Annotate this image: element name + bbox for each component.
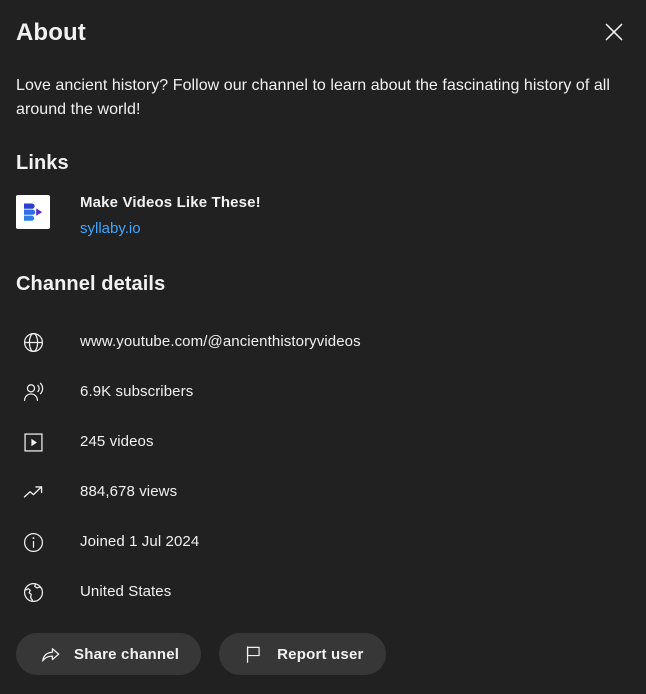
about-dialog: About Love ancient history? Follow our c… bbox=[0, 0, 646, 694]
detail-row-joined: Joined 1 Jul 2024 bbox=[16, 517, 630, 567]
close-button[interactable] bbox=[594, 12, 634, 52]
page-title: About bbox=[16, 19, 86, 46]
channel-details-list: www.youtube.com/@ancienthistoryvideos 6.… bbox=[16, 317, 630, 617]
detail-row-views: 884,678 views bbox=[16, 467, 630, 517]
report-user-label: Report user bbox=[277, 645, 364, 663]
subscribers-icon bbox=[16, 375, 50, 409]
flag-icon bbox=[241, 642, 265, 666]
links-section-heading: Links bbox=[16, 152, 69, 174]
link-url[interactable]: syllaby.io bbox=[80, 218, 141, 239]
earth-icon bbox=[16, 575, 50, 609]
dialog-header: About bbox=[16, 0, 630, 52]
detail-text: 6.9K subscribers bbox=[80, 383, 194, 400]
link-title: Make Videos Like These! bbox=[80, 194, 261, 211]
detail-text: 884,678 views bbox=[80, 483, 178, 500]
detail-row-videos: 245 videos bbox=[16, 417, 630, 467]
info-icon bbox=[16, 525, 50, 559]
link-text-block: Make Videos Like These! syllaby.io bbox=[80, 192, 261, 239]
share-channel-label: Share channel bbox=[74, 645, 180, 663]
trending-up-icon bbox=[16, 475, 50, 509]
action-buttons: Share channel Report user bbox=[16, 633, 630, 675]
globe-icon bbox=[16, 325, 50, 359]
report-user-button[interactable]: Report user bbox=[219, 633, 386, 675]
channel-description: Love ancient history? Follow our channel… bbox=[16, 77, 610, 118]
detail-row-subscribers: 6.9K subscribers bbox=[16, 367, 630, 417]
detail-row-country: United States bbox=[16, 567, 630, 617]
detail-row-url: www.youtube.com/@ancienthistoryvideos bbox=[16, 317, 630, 367]
list-item: Make Videos Like These! syllaby.io bbox=[16, 192, 630, 239]
detail-text: United States bbox=[80, 583, 172, 600]
videos-icon bbox=[16, 425, 50, 459]
close-icon bbox=[601, 19, 627, 45]
detail-text: 245 videos bbox=[80, 433, 154, 450]
detail-text: Joined 1 Jul 2024 bbox=[80, 533, 200, 550]
syllaby-favicon-icon bbox=[16, 195, 50, 229]
share-channel-button[interactable]: Share channel bbox=[16, 633, 202, 675]
share-icon bbox=[38, 642, 62, 666]
detail-text: www.youtube.com/@ancienthistoryvideos bbox=[80, 333, 361, 350]
channel-details-heading: Channel details bbox=[16, 273, 166, 295]
